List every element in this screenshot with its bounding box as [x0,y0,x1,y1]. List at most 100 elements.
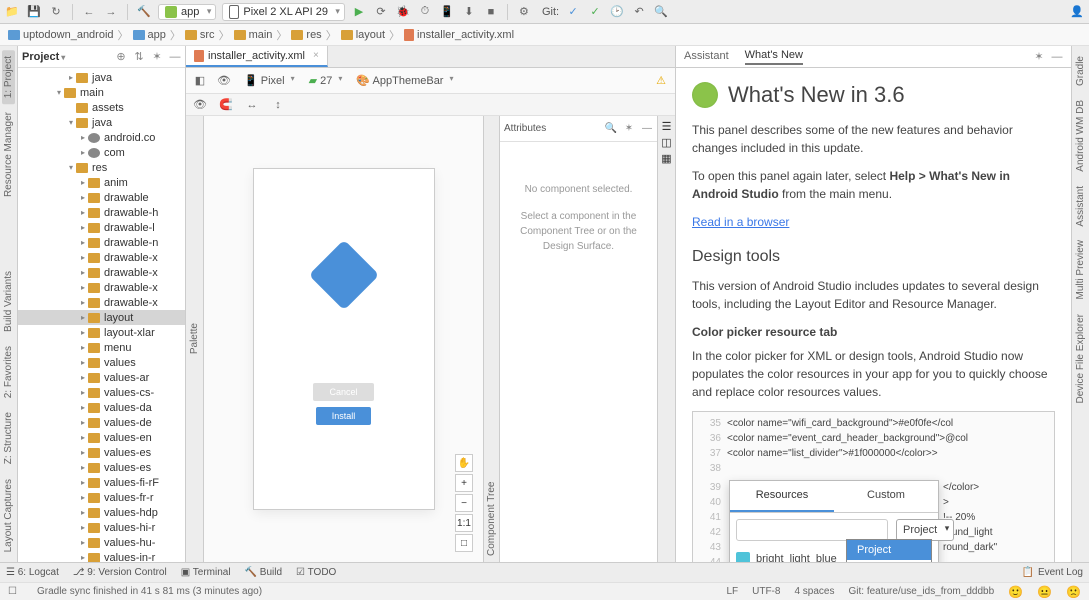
tool-event-log[interactable]: 📋 Event Log [1022,567,1084,578]
hide-icon[interactable]: — [1051,51,1063,63]
install-button[interactable]: Install [316,407,372,425]
tree-item[interactable]: ▸com [18,145,185,160]
rail-device-explorer[interactable]: Device File Explorer [1074,308,1087,409]
popup-tab-custom[interactable]: Custom [834,481,938,512]
hide-icon[interactable]: — [169,51,181,63]
tool-logcat[interactable]: ☰ 6: Logcat [6,567,59,578]
device-dropdown[interactable]: Pixel 2 XL API 29 [222,3,345,21]
layers-icon[interactable]: ◧ [192,73,208,89]
tree-item[interactable]: ▸drawable-x [18,265,185,280]
status-indent[interactable]: 4 spaces [794,586,834,597]
cancel-button[interactable]: Cancel [313,383,373,401]
collapse-icon[interactable]: ⇅ [133,51,145,63]
arrows-icon[interactable]: ↔ [244,97,260,113]
rail-gradle[interactable]: Gradle [1074,50,1087,92]
sdk-icon[interactable]: ⬇ [461,4,477,20]
device-select[interactable]: 📱 Pixel [240,73,297,88]
read-browser-link[interactable]: Read in a browser [692,215,789,229]
tree-item[interactable]: ▸values-hu- [18,535,185,550]
tree-item[interactable]: ▸drawable-x [18,250,185,265]
profiler-icon[interactable]: ⏱ [417,4,433,20]
revert-icon[interactable]: ↶ [631,4,647,20]
tree-item[interactable]: ▸java [18,70,185,85]
rail-structure[interactable]: Z: Structure [2,406,15,470]
tool-terminal[interactable]: ▣ Terminal [181,567,231,578]
status-branch[interactable]: Git: feature/use_ids_from_dddbb [848,586,994,597]
crumb[interactable]: src [183,29,217,41]
close-icon[interactable]: × [313,50,319,61]
gear-icon[interactable]: ✶ [1033,51,1045,63]
tool-build[interactable]: 🔨 Build [245,567,282,578]
search-icon[interactable]: 🔍 [605,123,617,135]
api-select[interactable]: ▰ 27 [305,73,345,88]
tree-item[interactable]: ▸values-hdp [18,505,185,520]
magnet-icon[interactable]: 🧲 [218,97,234,113]
project-view-selector[interactable]: Project [22,51,75,63]
git-pull-icon[interactable]: ✓ [565,4,581,20]
target-icon[interactable]: ⊕ [115,51,127,63]
redo-icon[interactable]: → [103,4,119,20]
hide-icon[interactable]: — [641,123,653,135]
tree-item[interactable]: ▸drawable-l [18,220,185,235]
view-design-icon[interactable]: ▦ [661,152,673,164]
popup-tab-resources[interactable]: Resources [730,481,834,512]
tree-item[interactable]: ▸values-in-r [18,550,185,562]
crumb[interactable]: uptodown_android [6,29,116,41]
tree-item[interactable]: ▸values-de [18,415,185,430]
zoom-11[interactable]: 1:1 [455,514,473,532]
tool-todo[interactable]: ☑ TODO [296,567,336,578]
tree-item[interactable]: ▸drawable-x [18,280,185,295]
git-commit-icon[interactable]: ✓ [587,4,603,20]
run-config-dropdown[interactable]: app [158,4,216,20]
crumb[interactable]: installer_activity.xml [402,29,516,41]
zoom-in[interactable]: + [455,474,473,492]
tree-item[interactable]: ▸values-es [18,460,185,475]
search-icon[interactable]: 🔍 [653,4,669,20]
view-icon[interactable]: 👁 [192,97,208,113]
tree-item[interactable]: ▸values-es [18,445,185,460]
tree-item[interactable]: ▸values-fr-r [18,490,185,505]
tree-item[interactable]: ▸values-ar [18,370,185,385]
hammer-icon[interactable]: 🔨 [136,4,152,20]
history-icon[interactable]: 🕑 [609,4,625,20]
rail-captures[interactable]: Layout Captures [2,473,15,558]
gear-icon[interactable]: ✶ [151,51,163,63]
pan-icon[interactable]: ✋ [455,454,473,472]
gear-icon[interactable]: ✶ [623,123,635,135]
tree-item[interactable]: ▸drawable-x [18,295,185,310]
tree-item[interactable]: ▸layout-xlar [18,325,185,340]
tab-whatsnew[interactable]: What's New [745,49,803,65]
open-icon[interactable]: 📁 [4,4,20,20]
tree-item[interactable]: assets [18,100,185,115]
apply-changes-icon[interactable]: ⟳ [373,4,389,20]
tree-item[interactable]: ▸values-en [18,430,185,445]
design-surface[interactable]: Cancel Install ✋ + − 1:1 □ [204,116,483,562]
tree-item[interactable]: ▸values-fi-rF [18,475,185,490]
rail-build-variants[interactable]: Build Variants [2,265,15,338]
crumb[interactable]: app [131,29,168,41]
tree-item[interactable]: ▸drawable [18,190,185,205]
zoom-out[interactable]: − [455,494,473,512]
tree-item[interactable]: ▾res [18,160,185,175]
tree-item[interactable]: ▸drawable-h [18,205,185,220]
editor-tab[interactable]: installer_activity.xml× [186,46,328,67]
crumb[interactable]: main [232,29,275,41]
save-icon[interactable]: 💾 [26,4,42,20]
zoom-fit[interactable]: □ [455,534,473,552]
palette-rail[interactable]: Palette [186,116,204,562]
scope-option[interactable]: Library [847,560,931,562]
tree-item[interactable]: ▸values-da [18,400,185,415]
rail-android-db[interactable]: Android WM DB [1074,94,1087,178]
sync-icon[interactable]: ↻ [48,4,64,20]
tree-item[interactable]: ▸values [18,355,185,370]
status-lf[interactable]: LF [726,586,738,597]
theme-select[interactable]: 🎨 AppThemeBar [352,73,455,88]
crumb[interactable]: res [289,29,323,41]
rail-resource-manager[interactable]: Resource Manager [2,106,15,203]
tree-item[interactable]: ▸drawable-n [18,235,185,250]
view-code-icon[interactable]: ☰ [661,120,673,132]
tree-item[interactable]: ▾main [18,85,185,100]
crumb[interactable]: layout [339,29,387,41]
warning-icon[interactable]: ⚠ [653,73,669,89]
more-icon[interactable]: ⚙ [516,4,532,20]
